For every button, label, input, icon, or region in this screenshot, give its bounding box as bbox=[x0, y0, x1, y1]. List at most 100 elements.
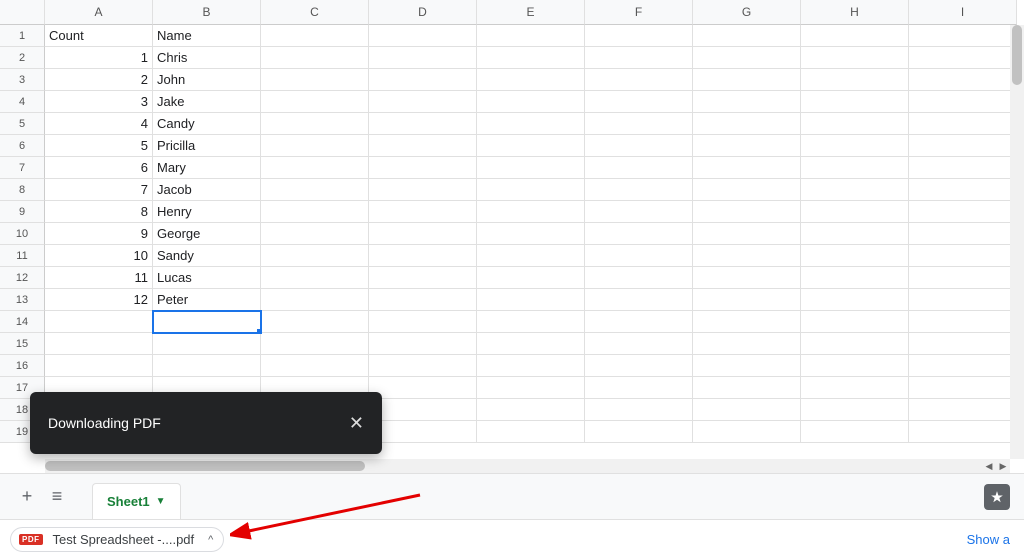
cell-C15[interactable] bbox=[261, 333, 369, 355]
cell-G19[interactable] bbox=[693, 421, 801, 443]
cell-C5[interactable] bbox=[261, 113, 369, 135]
cell-A6[interactable]: 5 bbox=[45, 135, 153, 157]
cell-A1[interactable]: Count bbox=[45, 25, 153, 47]
cell-D4[interactable] bbox=[369, 91, 477, 113]
cell-C3[interactable] bbox=[261, 69, 369, 91]
cell-I4[interactable] bbox=[909, 91, 1017, 113]
cell-D13[interactable] bbox=[369, 289, 477, 311]
cell-B1[interactable]: Name bbox=[153, 25, 261, 47]
cell-I11[interactable] bbox=[909, 245, 1017, 267]
cell-F18[interactable] bbox=[585, 399, 693, 421]
cell-D19[interactable] bbox=[369, 421, 477, 443]
add-sheet-button[interactable]: + bbox=[12, 482, 42, 512]
cell-E13[interactable] bbox=[477, 289, 585, 311]
all-sheets-button[interactable]: ≡ bbox=[42, 482, 72, 512]
cell-D15[interactable] bbox=[369, 333, 477, 355]
cell-C13[interactable] bbox=[261, 289, 369, 311]
select-all-corner[interactable] bbox=[0, 0, 45, 25]
cell-A9[interactable]: 8 bbox=[45, 201, 153, 223]
cell-F4[interactable] bbox=[585, 91, 693, 113]
horizontal-scrollbar-thumb[interactable] bbox=[45, 461, 365, 471]
cell-E1[interactable] bbox=[477, 25, 585, 47]
cell-A13[interactable]: 12 bbox=[45, 289, 153, 311]
cell-G1[interactable] bbox=[693, 25, 801, 47]
cell-D1[interactable] bbox=[369, 25, 477, 47]
cell-H9[interactable] bbox=[801, 201, 909, 223]
cell-H18[interactable] bbox=[801, 399, 909, 421]
cell-F9[interactable] bbox=[585, 201, 693, 223]
cell-H15[interactable] bbox=[801, 333, 909, 355]
cell-C10[interactable] bbox=[261, 223, 369, 245]
cell-F11[interactable] bbox=[585, 245, 693, 267]
vertical-scrollbar-thumb[interactable] bbox=[1012, 25, 1022, 85]
row-header-10[interactable]: 10 bbox=[0, 223, 45, 245]
cell-G14[interactable] bbox=[693, 311, 801, 333]
column-header-G[interactable]: G bbox=[693, 0, 801, 25]
cell-F6[interactable] bbox=[585, 135, 693, 157]
cell-I15[interactable] bbox=[909, 333, 1017, 355]
cell-C7[interactable] bbox=[261, 157, 369, 179]
row-header-15[interactable]: 15 bbox=[0, 333, 45, 355]
show-all-downloads-link[interactable]: Show a bbox=[967, 532, 1014, 547]
cell-B6[interactable]: Pricilla bbox=[153, 135, 261, 157]
cell-C11[interactable] bbox=[261, 245, 369, 267]
cell-G12[interactable] bbox=[693, 267, 801, 289]
cell-I19[interactable] bbox=[909, 421, 1017, 443]
cell-E2[interactable] bbox=[477, 47, 585, 69]
row-header-12[interactable]: 12 bbox=[0, 267, 45, 289]
cell-I5[interactable] bbox=[909, 113, 1017, 135]
cell-I3[interactable] bbox=[909, 69, 1017, 91]
cell-H10[interactable] bbox=[801, 223, 909, 245]
cell-I7[interactable] bbox=[909, 157, 1017, 179]
cell-F19[interactable] bbox=[585, 421, 693, 443]
cell-A11[interactable]: 10 bbox=[45, 245, 153, 267]
row-header-5[interactable]: 5 bbox=[0, 113, 45, 135]
scroll-right-button[interactable]: ▶ bbox=[996, 459, 1010, 473]
cell-G4[interactable] bbox=[693, 91, 801, 113]
cell-C2[interactable] bbox=[261, 47, 369, 69]
cell-H16[interactable] bbox=[801, 355, 909, 377]
cell-D8[interactable] bbox=[369, 179, 477, 201]
horizontal-scrollbar[interactable]: ◀ ▶ bbox=[45, 459, 1010, 473]
cell-D12[interactable] bbox=[369, 267, 477, 289]
download-menu-chevron[interactable]: ^ bbox=[208, 534, 213, 546]
column-header-F[interactable]: F bbox=[585, 0, 693, 25]
row-header-7[interactable]: 7 bbox=[0, 157, 45, 179]
cell-F5[interactable] bbox=[585, 113, 693, 135]
cell-E9[interactable] bbox=[477, 201, 585, 223]
cell-G8[interactable] bbox=[693, 179, 801, 201]
cell-A15[interactable] bbox=[45, 333, 153, 355]
cell-B5[interactable]: Candy bbox=[153, 113, 261, 135]
cell-F16[interactable] bbox=[585, 355, 693, 377]
cell-H8[interactable] bbox=[801, 179, 909, 201]
cell-B10[interactable]: George bbox=[153, 223, 261, 245]
cell-E17[interactable] bbox=[477, 377, 585, 399]
cell-F1[interactable] bbox=[585, 25, 693, 47]
cell-B9[interactable]: Henry bbox=[153, 201, 261, 223]
cell-H6[interactable] bbox=[801, 135, 909, 157]
cell-H7[interactable] bbox=[801, 157, 909, 179]
scroll-left-button[interactable]: ◀ bbox=[982, 459, 996, 473]
column-header-A[interactable]: A bbox=[45, 0, 153, 25]
cell-B13[interactable]: Peter bbox=[153, 289, 261, 311]
cell-H13[interactable] bbox=[801, 289, 909, 311]
cell-B16[interactable] bbox=[153, 355, 261, 377]
toast-close-button[interactable]: ✕ bbox=[349, 413, 364, 434]
cell-H5[interactable] bbox=[801, 113, 909, 135]
cell-I18[interactable] bbox=[909, 399, 1017, 421]
cell-B8[interactable]: Jacob bbox=[153, 179, 261, 201]
column-header-E[interactable]: E bbox=[477, 0, 585, 25]
column-header-D[interactable]: D bbox=[369, 0, 477, 25]
cell-F14[interactable] bbox=[585, 311, 693, 333]
cell-F10[interactable] bbox=[585, 223, 693, 245]
vertical-scrollbar[interactable] bbox=[1010, 25, 1024, 459]
cell-E6[interactable] bbox=[477, 135, 585, 157]
cell-B15[interactable] bbox=[153, 333, 261, 355]
cell-F7[interactable] bbox=[585, 157, 693, 179]
cell-C9[interactable] bbox=[261, 201, 369, 223]
cell-A10[interactable]: 9 bbox=[45, 223, 153, 245]
cell-E18[interactable] bbox=[477, 399, 585, 421]
cell-B12[interactable]: Lucas bbox=[153, 267, 261, 289]
column-header-C[interactable]: C bbox=[261, 0, 369, 25]
cell-A4[interactable]: 3 bbox=[45, 91, 153, 113]
